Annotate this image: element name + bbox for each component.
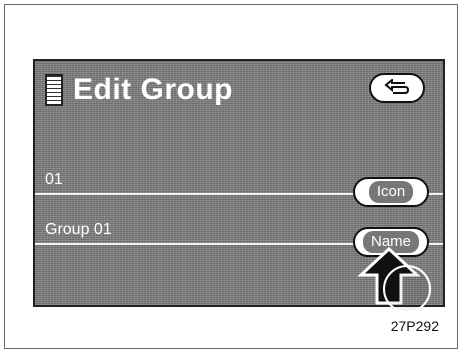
touch-ring-icon (383, 265, 431, 313)
icon-button-label: Icon (368, 181, 414, 203)
group-name-label: Group 01 (45, 221, 112, 238)
manual-figure-frame: Edit Group 01 Icon Group 01 Name 27P292 (4, 4, 458, 349)
group-number-label: 01 (45, 171, 63, 188)
group-name-row: Group 01 Name (35, 211, 443, 257)
icon-button[interactable]: Icon (353, 177, 429, 207)
back-arrow-icon (384, 79, 410, 94)
title-row: Edit Group (45, 73, 233, 107)
group-icon-row: 01 Icon (35, 161, 443, 207)
display-screen: Edit Group 01 Icon Group 01 Name (33, 59, 445, 313)
pointer-illustration (357, 246, 431, 313)
back-button[interactable] (369, 73, 425, 103)
document-icon (45, 74, 63, 106)
page-title: Edit Group (73, 73, 233, 106)
figure-code: 27P292 (390, 318, 439, 334)
